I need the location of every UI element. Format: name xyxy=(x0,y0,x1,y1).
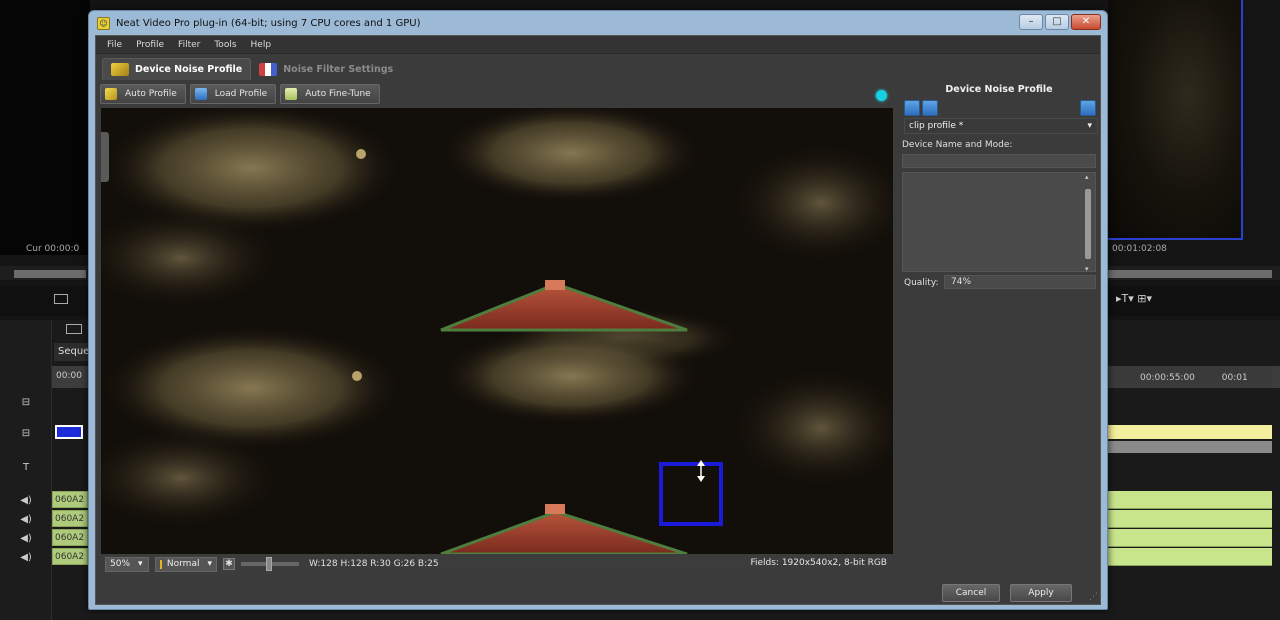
device-name-label: Device Name and Mode: xyxy=(902,140,1013,150)
device-info-box: ▴ ▾ xyxy=(902,172,1096,273)
status-dot-icon xyxy=(876,90,887,101)
fields-info: Fields: 1920x540x2, 8-bit RGB xyxy=(750,558,887,568)
title-track-icon[interactable]: T xyxy=(0,458,52,476)
load-profile-button[interactable]: Load Profile xyxy=(189,84,277,104)
save-profile-icon[interactable] xyxy=(922,100,938,116)
tune-icon xyxy=(285,88,298,100)
audio-clip[interactable]: 060A2 xyxy=(52,548,88,565)
profile-value: clip profile * xyxy=(909,121,964,131)
maximize-button[interactable]: □ xyxy=(1045,14,1069,30)
folder-icon xyxy=(194,88,207,100)
slider-knob[interactable] xyxy=(266,557,272,571)
menu-filter[interactable]: Filter xyxy=(171,40,207,50)
info-icon[interactable] xyxy=(1080,100,1096,116)
menu-file[interactable]: File xyxy=(100,40,129,50)
trim-icon[interactable]: ▸T▾ ⊞▾ xyxy=(1116,292,1152,305)
tab-noise-filter-settings[interactable]: Noise Filter Settings xyxy=(251,58,401,80)
mode-swatch-icon xyxy=(160,559,162,569)
track-selection[interactable] xyxy=(55,425,83,439)
ruler-right-label: 00:00:55:00 xyxy=(1140,373,1195,383)
open-profile-icon[interactable] xyxy=(904,100,920,116)
panel-handle[interactable] xyxy=(101,132,109,182)
pixel-info: W:128 H:128 R:30 G:26 B:25 xyxy=(309,559,439,569)
device-noise-profile-panel: Device Noise Profile clip profile * ▾ De… xyxy=(900,84,1098,554)
menu-bar: File Profile Filter Tools Help xyxy=(96,36,1100,54)
timeline-icon[interactable] xyxy=(66,324,82,334)
scroll-up-icon[interactable]: ▴ xyxy=(1085,173,1089,181)
dialog-client: File Profile Filter Tools Help Device No… xyxy=(95,35,1101,605)
chevron-down-icon: ▾ xyxy=(138,559,143,569)
audio-clip-right[interactable] xyxy=(1108,548,1272,566)
load-profile-label: Load Profile xyxy=(214,89,268,99)
audio-clip-right[interactable] xyxy=(1108,510,1272,528)
video-track-icon[interactable]: ⊟ xyxy=(0,424,52,442)
magic-wand-icon xyxy=(105,88,117,100)
zoom-value: 50% xyxy=(110,559,131,569)
timeline-ruler-right[interactable]: 00:00:55:00 00:01 xyxy=(1108,366,1272,388)
monitor-icon[interactable] xyxy=(54,294,68,304)
tab-strip: Device Noise Profile Noise Filter Settin… xyxy=(102,58,401,80)
view-mode-value: Normal xyxy=(166,559,200,569)
video-clip[interactable] xyxy=(1108,425,1272,439)
resize-grip-icon[interactable]: ⋰ xyxy=(1089,592,1098,602)
view-mode-dropdown[interactable]: Normal ▾ xyxy=(155,556,217,572)
audio-clip-right[interactable] xyxy=(1108,491,1272,509)
minimize-button[interactable]: – xyxy=(1019,14,1043,30)
audio-track-icon[interactable]: ◀) xyxy=(0,548,52,566)
cancel-button[interactable]: Cancel xyxy=(942,584,1000,602)
menu-profile[interactable]: Profile xyxy=(129,40,171,50)
title-bar[interactable]: ☺ Neat Video Pro plug-in (64-bit; using … xyxy=(89,11,1107,35)
scroll-down-icon[interactable]: ▾ xyxy=(1085,265,1089,273)
auto-profile-label: Auto Profile xyxy=(125,89,177,99)
profile-wizard-icon xyxy=(111,63,129,76)
gear-icon[interactable]: ✱ xyxy=(223,558,235,570)
menu-help[interactable]: Help xyxy=(244,40,279,50)
audio-clip[interactable]: 060A2 xyxy=(52,529,88,546)
tab-device-noise-profile[interactable]: Device Noise Profile xyxy=(102,58,252,80)
auto-fine-tune-button[interactable]: Auto Fine-Tune xyxy=(280,84,380,104)
profile-dropdown[interactable]: clip profile * ▾ xyxy=(904,118,1098,134)
tab-label: Noise Filter Settings xyxy=(283,63,394,75)
app-icon: ☺ xyxy=(97,16,110,30)
chevron-down-icon: ▾ xyxy=(1087,121,1092,131)
auto-profile-button[interactable]: Auto Profile xyxy=(100,84,186,104)
ruler-far-right-label: 00:01 xyxy=(1221,373,1248,383)
timecode-right: 00:01:02:08 xyxy=(1112,244,1167,254)
video-frame xyxy=(101,108,893,554)
audio-clip[interactable]: 060A2 xyxy=(52,491,88,508)
auto-fine-tune-label: Auto Fine-Tune xyxy=(305,89,371,99)
device-name-field[interactable] xyxy=(902,154,1096,168)
quality-label: Quality: xyxy=(904,278,939,288)
apply-button[interactable]: Apply xyxy=(1010,584,1072,602)
sequence-tab[interactable]: Seque xyxy=(54,343,92,361)
chevron-down-icon: ▾ xyxy=(207,559,212,569)
audio-clip[interactable]: 060A2 xyxy=(52,510,88,527)
menu-tools[interactable]: Tools xyxy=(207,40,243,50)
video-track-icon[interactable]: ⊟ xyxy=(0,393,52,411)
panel-title: Device Noise Profile xyxy=(945,84,1053,95)
ruler-left-label: 00:00 xyxy=(56,371,82,381)
source-monitor xyxy=(0,0,90,255)
quality-value: 74% xyxy=(944,275,1096,289)
viewer-status-bar: 50% ▾ Normal ▾ ✱ W:128 H:128 R:30 G:26 B… xyxy=(101,554,893,574)
scroll-thumb[interactable] xyxy=(1085,189,1091,259)
zoom-dropdown[interactable]: 50% ▾ xyxy=(105,556,149,572)
timecode-left: Cur 00:00:0 xyxy=(26,244,80,254)
audio-track-icon[interactable]: ◀) xyxy=(0,491,52,509)
program-monitor xyxy=(1108,0,1243,240)
filter-settings-icon xyxy=(259,62,278,76)
window-title: Neat Video Pro plug-in (64-bit; using 7 … xyxy=(116,17,421,29)
audio-clip-right[interactable] xyxy=(1108,529,1272,547)
audio-track-icon[interactable]: ◀) xyxy=(0,529,52,547)
tab-label: Device Noise Profile xyxy=(135,64,243,75)
profile-toolbar: Auto Profile Load Profile Auto Fine-Tune xyxy=(100,82,898,106)
close-button[interactable]: ✕ xyxy=(1071,14,1101,30)
viewer-slider[interactable] xyxy=(241,557,299,571)
neat-video-dialog: ☺ Neat Video Pro plug-in (64-bit; using … xyxy=(88,10,1108,610)
video-viewer[interactable] xyxy=(101,108,893,554)
clip-bar xyxy=(1108,441,1272,453)
scrollbar[interactable]: ▴ ▾ xyxy=(1083,173,1093,273)
audio-track-icon[interactable]: ◀) xyxy=(0,510,52,528)
